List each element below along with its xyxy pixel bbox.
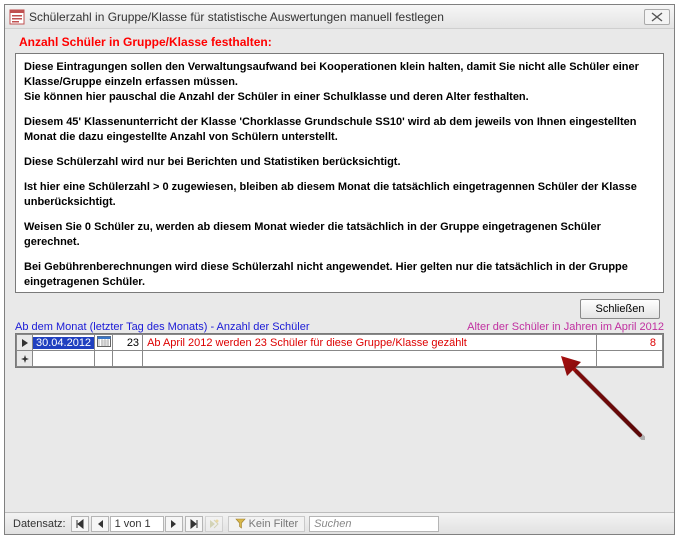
count-field[interactable]: 23 (113, 335, 143, 351)
message-cell: Ab April 2012 werden 23 Schüler für dies… (143, 335, 597, 351)
dialog-window: Schülerzahl in Gruppe/Klasse für statist… (4, 4, 675, 535)
info-p2: Sie können hier pauschal die Anzahl der … (24, 90, 655, 105)
table-row-new[interactable] (17, 351, 663, 367)
col-left-label: Ab dem Monat (letzter Tag des Monats) - … (15, 321, 310, 333)
search-placeholder: Suchen (314, 518, 351, 530)
column-headers: Ab dem Monat (letzter Tag des Monats) - … (5, 321, 674, 333)
record-navigator: Datensatz: 1 von 1 Kein Filter (5, 512, 674, 534)
nav-first-button[interactable] (71, 516, 89, 532)
nav-new-button[interactable] (205, 516, 223, 532)
client-area: Anzahl Schüler in Gruppe/Klasse festhalt… (5, 29, 674, 512)
section-caption: Anzahl Schüler in Gruppe/Klasse festhalt… (5, 29, 674, 53)
info-text-box: Diese Eintragungen sollen den Verwaltung… (15, 53, 664, 293)
nav-prev-button[interactable] (91, 516, 109, 532)
filter-icon (235, 518, 246, 529)
search-box[interactable]: Suchen (309, 516, 439, 532)
info-p6: Weisen Sie 0 Schüler zu, werden ab diese… (24, 220, 655, 250)
date-picker-button[interactable] (95, 335, 113, 351)
window-title: Schülerzahl in Gruppe/Klasse für statist… (29, 10, 642, 24)
table-row[interactable]: 30.04.2012 23 Ab April 2012 werden 23 Sc… (17, 335, 663, 351)
info-p3: Diesem 45' Klassenunterricht der Klasse … (24, 115, 655, 145)
close-window-button[interactable] (644, 9, 670, 25)
info-p1: Diese Eintragungen sollen den Verwaltung… (24, 60, 655, 90)
record-position-box[interactable]: 1 von 1 (110, 516, 164, 532)
date-field[interactable]: 30.04.2012 (33, 335, 95, 351)
info-p5: Ist hier eine Schülerzahl > 0 zugewiesen… (24, 180, 655, 210)
nav-last-button[interactable] (185, 516, 203, 532)
title-bar: Schülerzahl in Gruppe/Klasse für statist… (5, 5, 674, 29)
filter-label: Kein Filter (249, 518, 299, 530)
info-p7: Bei Gebührenberechnungen wird diese Schü… (24, 260, 655, 290)
filter-indicator[interactable]: Kein Filter (228, 516, 306, 532)
age-field[interactable]: 8 (597, 335, 663, 351)
nav-next-button[interactable] (165, 516, 183, 532)
row-selector-new[interactable] (17, 351, 33, 367)
data-grid[interactable]: 30.04.2012 23 Ab April 2012 werden 23 Sc… (15, 333, 664, 368)
col-right-label: Alter der Schüler in Jahren im April 201… (467, 321, 664, 333)
nav-label: Datensatz: (9, 518, 70, 530)
info-p4: Diese Schülerzahl wird nur bei Berichten… (24, 155, 655, 170)
form-icon (9, 9, 25, 25)
close-button[interactable]: Schließen (580, 299, 660, 319)
row-selector-current[interactable] (17, 335, 33, 351)
